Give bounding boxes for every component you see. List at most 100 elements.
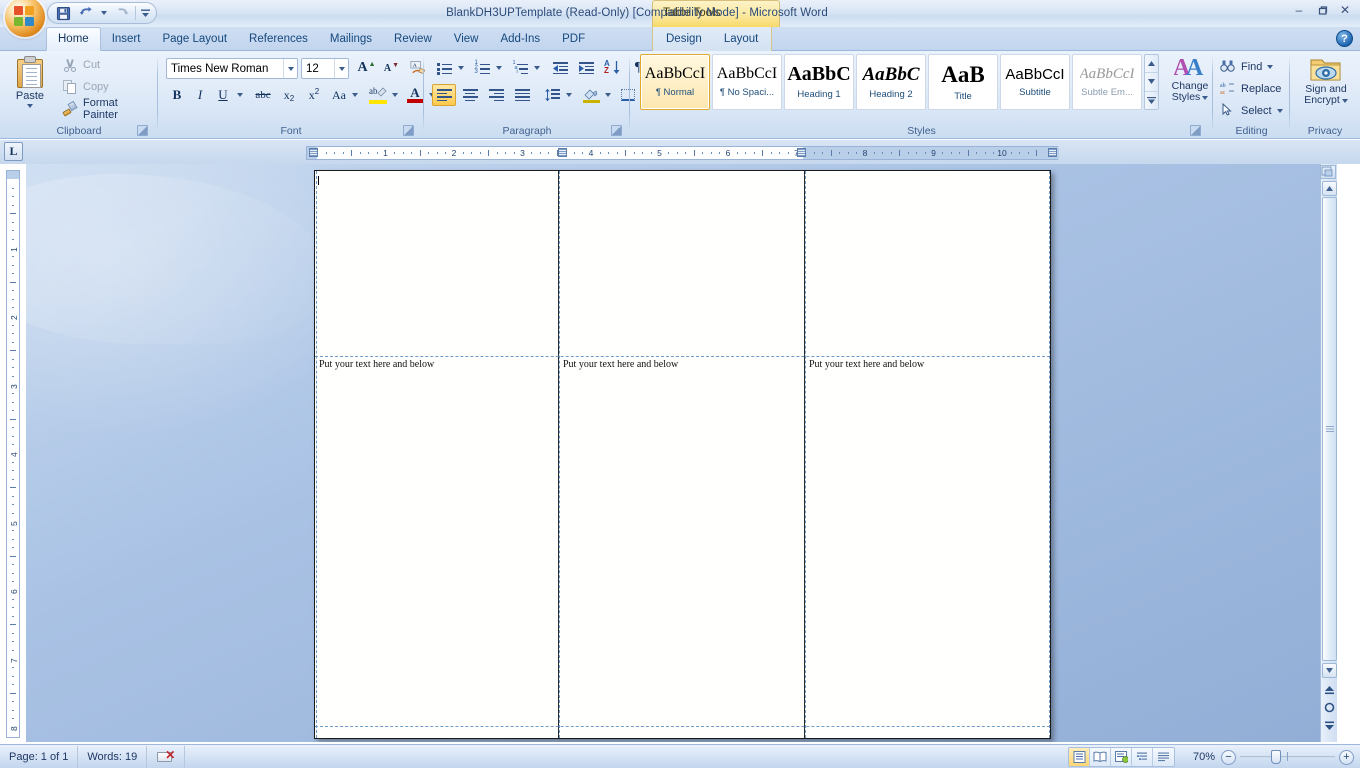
style-subtitle[interactable]: AaBbCcI Subtitle [1000,54,1070,110]
bold-button[interactable]: B [166,84,188,106]
ruler-column-marker-1[interactable] [558,148,568,157]
vertical-ruler[interactable]: 1 2 3 4 5 6 7 8 [6,170,20,738]
format-painter-button[interactable]: Format Painter [58,97,158,121]
numbering-chevron-down-icon[interactable] [492,57,505,79]
style-heading-1[interactable]: AaBbC Heading 1 [784,54,854,110]
tab-view[interactable]: View [443,28,490,51]
outline-view-button[interactable] [1132,748,1153,766]
font-size-combobox[interactable] [301,58,349,79]
undo-icon[interactable] [75,4,98,23]
save-icon[interactable] [52,4,75,23]
tab-mailings[interactable]: Mailings [319,28,383,51]
ruler-left-indent-marker[interactable] [309,148,318,157]
styles-dialog-launcher[interactable] [1190,125,1201,136]
customize-quick-access-toolbar-chevron-down-icon[interactable] [138,4,152,23]
redo-icon[interactable] [110,4,133,23]
strikethrough-button[interactable]: abc [250,84,276,106]
multilevel-list-button[interactable]: 1 a i [508,57,532,79]
scroll-up-button[interactable] [1322,181,1337,196]
increase-indent-button[interactable] [574,57,598,79]
full-screen-reading-view-button[interactable] [1090,748,1111,766]
draft-view-button[interactable] [1153,748,1174,766]
select-browse-object-button[interactable] [1323,701,1336,714]
select-chevron-down-icon[interactable] [1276,108,1283,113]
find-chevron-down-icon[interactable] [1267,64,1274,69]
web-layout-view-button[interactable] [1111,748,1132,766]
tab-insert[interactable]: Insert [101,28,152,51]
line-spacing-chevron-down-icon[interactable] [562,84,575,106]
italic-button[interactable]: I [189,84,211,106]
justify-button[interactable] [510,84,534,106]
tab-page-layout[interactable]: Page Layout [151,28,238,51]
underline-button[interactable]: U [212,84,234,106]
styles-scroll-up-button[interactable] [1145,55,1158,74]
font-name-combobox[interactable] [166,58,298,79]
style-title[interactable]: AaB Title [928,54,998,110]
shading-button[interactable] [579,84,603,106]
zoom-in-button[interactable]: + [1339,749,1354,765]
vertical-scrollbar[interactable] [1320,164,1337,742]
copy-button[interactable]: Copy [58,77,113,97]
decrease-indent-button[interactable] [548,57,572,79]
font-dialog-launcher[interactable] [403,125,414,136]
sign-and-encrypt-button[interactable]: Sign and Encrypt [1298,54,1354,116]
paste-button[interactable]: Paste [8,54,52,116]
column-2-text[interactable]: Put your text here and below [563,359,678,370]
align-left-button[interactable] [432,84,456,106]
shading-chevron-down-icon[interactable] [601,84,614,106]
tab-add-ins[interactable]: Add-Ins [489,28,551,51]
zoom-out-button[interactable]: − [1221,749,1236,765]
font-name-input[interactable] [167,59,283,78]
shrink-font-button[interactable]: A ▼ [379,57,403,79]
highlight-chevron-down-icon[interactable] [388,84,401,106]
ruler-right-indent-marker[interactable] [1048,148,1057,157]
line-spacing-button[interactable] [540,84,564,106]
tab-pdf[interactable]: PDF [551,28,596,51]
zoom-slider-thumb[interactable] [1271,750,1281,764]
text-highlight-color-button[interactable]: ab [366,84,390,106]
word-count-status[interactable]: Words: 19 [78,745,148,768]
column-3-text[interactable]: Put your text here and below [809,359,924,370]
styles-scroll-down-button[interactable] [1145,73,1158,92]
subscript-button[interactable]: x2 [278,84,300,106]
find-button[interactable]: Find [1217,56,1276,77]
clipboard-dialog-launcher[interactable] [137,125,148,136]
previous-page-button[interactable] [1323,684,1336,697]
next-page-button[interactable] [1323,719,1336,732]
style-no-spacing[interactable]: AaBbCcI ¶ No Spaci... [712,54,782,110]
cut-button[interactable]: Cut [58,55,104,75]
tab-home[interactable]: Home [46,27,101,51]
bullets-button[interactable] [432,57,456,79]
select-button[interactable]: Select [1217,100,1286,121]
change-case-button[interactable]: Aa [328,84,350,106]
style-normal[interactable]: AaBbCcI ¶ Normal [640,54,710,110]
zoom-slider-track[interactable] [1240,750,1335,764]
align-right-button[interactable] [484,84,508,106]
restore-button[interactable] [1311,1,1333,19]
font-size-input[interactable] [302,59,334,78]
tab-review[interactable]: Review [383,28,443,51]
multilevel-chevron-down-icon[interactable] [530,57,543,79]
split-window-handle[interactable] [1320,165,1336,179]
minimize-button[interactable]: – [1288,1,1310,19]
font-name-chevron-down-icon[interactable] [283,59,297,78]
superscript-button[interactable]: x2 [303,84,325,106]
sort-button[interactable]: A Z [600,57,624,79]
horizontal-ruler[interactable]: 12345678910 [306,146,1059,160]
document-page[interactable]: Put your text here and below Put your te… [314,170,1051,739]
ruler-column-marker-2[interactable] [796,148,806,157]
scroll-down-button[interactable] [1322,663,1337,678]
style-subtle-emphasis[interactable]: AaBbCcI Subtle Em... [1072,54,1142,110]
tab-references[interactable]: References [238,28,319,51]
change-case-chevron-down-icon[interactable] [348,84,361,106]
styles-more-button[interactable] [1145,92,1158,109]
proofing-status-button[interactable]: ✕ [147,745,186,768]
align-center-button[interactable] [458,84,482,106]
column-1-text[interactable]: Put your text here and below [319,359,434,370]
help-icon[interactable]: ? [1336,30,1353,47]
close-button[interactable]: ✕ [1334,1,1356,19]
tab-layout[interactable]: Layout [713,28,770,51]
tab-design[interactable]: Design [655,28,713,51]
paragraph-dialog-launcher[interactable] [611,125,622,136]
numbering-button[interactable]: 1 2 3 [470,57,494,79]
